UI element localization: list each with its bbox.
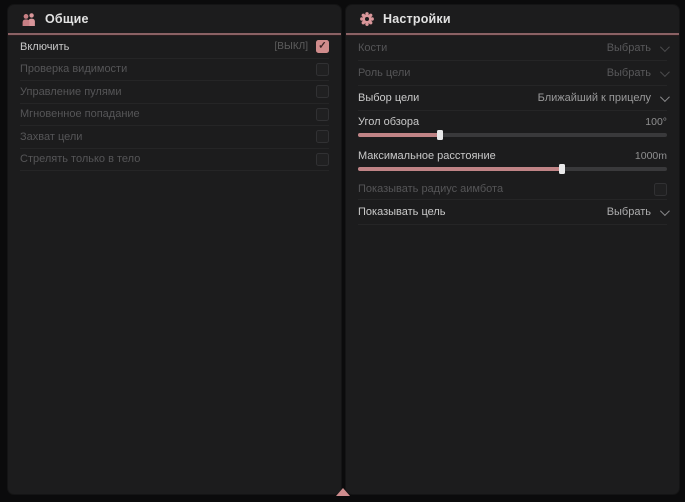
row-label: Управление пулями <box>20 86 122 98</box>
row-target-role: Роль цели Выбрать <box>358 61 667 86</box>
max-distance-slider-fill <box>358 167 562 171</box>
row-label: Стрелять только в тело <box>20 153 140 165</box>
fov-slider-fill <box>358 133 440 137</box>
row-label: Роль цели <box>358 67 410 79</box>
row-max-distance: Максимальное расстояние 1000m <box>358 145 667 179</box>
enable-checkbox[interactable]: ✓ <box>316 40 329 53</box>
row-label: Проверка видимости <box>20 63 127 75</box>
row-bones: Кости Выбрать <box>358 36 667 61</box>
row-target-selection: Выбор цели Ближайший к прицелу <box>358 86 667 111</box>
chevron-down-icon <box>660 42 670 52</box>
row-label: Кости <box>358 42 387 54</box>
target-lock-checkbox[interactable] <box>316 130 329 143</box>
panel-title: Общие <box>45 12 89 26</box>
row-instant-hit: Мгновенное попадание <box>20 104 329 127</box>
row-show-aimbot-radius: Показывать радиус аимбота <box>358 179 667 200</box>
visibility-check-checkbox[interactable] <box>316 63 329 76</box>
fov-slider-thumb[interactable] <box>437 130 443 140</box>
hotkey-label[interactable]: [ВЫКЛ] <box>275 41 308 52</box>
max-distance-slider[interactable] <box>358 167 667 171</box>
chevron-down-icon <box>660 67 670 77</box>
row-body-only: Стрелять только в тело <box>20 149 329 172</box>
fov-slider[interactable] <box>358 133 667 137</box>
row-fov: Угол обзора 100° <box>358 111 667 145</box>
row-label: Включить <box>20 41 69 53</box>
fov-value: 100° <box>645 116 667 128</box>
scroll-up-indicator[interactable] <box>336 488 350 496</box>
users-icon <box>20 11 37 28</box>
panel-general-header: Общие <box>8 5 341 33</box>
body-only-checkbox[interactable] <box>316 153 329 166</box>
max-distance-value: 1000m <box>635 150 667 162</box>
row-label: Показывать радиус аимбота <box>358 183 503 195</box>
row-label: Максимальное расстояние <box>358 150 496 162</box>
bullet-control-checkbox[interactable] <box>316 85 329 98</box>
row-bullet-control: Управление пулями <box>20 81 329 104</box>
target-selection-dropdown[interactable]: Ближайший к прицелу <box>538 92 667 104</box>
chevron-down-icon <box>660 92 670 102</box>
row-label: Угол обзора <box>358 116 419 128</box>
row-show-target: Показывать цель Выбрать <box>358 200 667 225</box>
row-label: Мгновенное попадание <box>20 108 140 120</box>
check-icon: ✓ <box>318 41 326 51</box>
row-target-lock: Захват цели <box>20 126 329 149</box>
row-label: Показывать цель <box>358 206 446 218</box>
show-target-dropdown[interactable]: Выбрать <box>607 206 667 218</box>
bones-dropdown[interactable]: Выбрать <box>607 42 667 54</box>
row-visibility-check: Проверка видимости <box>20 59 329 82</box>
row-label: Выбор цели <box>358 92 419 104</box>
show-aimbot-radius-checkbox[interactable] <box>654 183 667 196</box>
panel-title: Настройки <box>383 12 451 26</box>
panel-general: Общие Включить [ВЫКЛ] ✓ Проверка видимос… <box>8 5 341 494</box>
chevron-down-icon <box>660 206 670 216</box>
panel-settings-header: Настройки <box>346 5 679 33</box>
row-enable: Включить [ВЫКЛ] ✓ <box>20 36 329 59</box>
instant-hit-checkbox[interactable] <box>316 108 329 121</box>
gear-icon <box>358 11 375 28</box>
row-label: Захват цели <box>20 131 82 143</box>
max-distance-slider-thumb[interactable] <box>559 164 565 174</box>
target-role-dropdown[interactable]: Выбрать <box>607 67 667 79</box>
panel-settings: Настройки Кости Выбрать Роль цели Выбрат… <box>346 5 679 494</box>
